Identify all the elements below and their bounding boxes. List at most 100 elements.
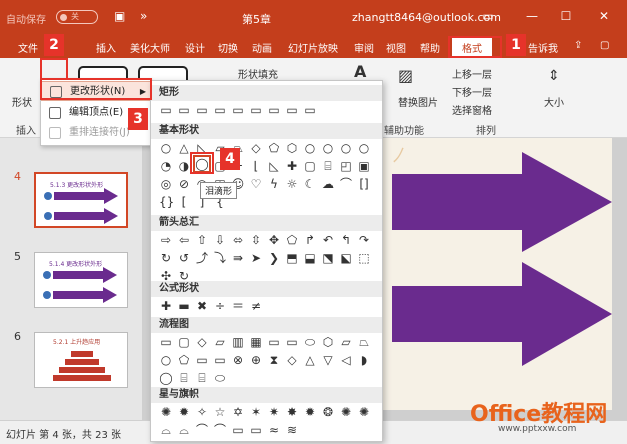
shape-bent-arrow[interactable]: ↱	[303, 233, 317, 247]
shape-decagon[interactable]: ○	[339, 141, 353, 155]
shape-delay[interactable]: ◗	[357, 353, 371, 367]
shape-octagon[interactable]: ○	[321, 141, 335, 155]
save-icon[interactable]: ▣	[114, 9, 125, 23]
shape-striped-arrow[interactable]: ⇛	[231, 251, 245, 265]
shape-wave[interactable]: ≈	[267, 423, 281, 437]
shape-callout-arrow[interactable]: ⬒	[285, 251, 299, 265]
shape-decision[interactable]: ◇	[195, 335, 209, 349]
shape-star-32[interactable]: ✺	[357, 405, 371, 419]
slide-thumb-5[interactable]: 5.1.4 更改形状外形	[34, 252, 128, 308]
slide-thumb-4[interactable]: 5.1.3 更改形状外形	[34, 172, 128, 228]
shape-cube[interactable]: ◰	[339, 159, 353, 173]
shape-rect[interactable]: ▭	[267, 103, 281, 117]
shape-curved-down[interactable]: ⤵	[213, 251, 227, 265]
shape-star-8[interactable]: ✷	[267, 405, 281, 419]
shape-ribbon[interactable]: ⌒	[195, 423, 209, 437]
shape-scroll[interactable]: ▭	[249, 423, 263, 437]
shape-heart[interactable]: ♡	[249, 177, 263, 191]
shape-multidoc[interactable]: ▭	[285, 335, 299, 349]
shape-triangle[interactable]: △	[177, 141, 191, 155]
shape-multiply[interactable]: ✖	[195, 299, 209, 313]
shape-explosion[interactable]: ✺	[159, 405, 173, 419]
shape-hexagon[interactable]: ⬡	[285, 141, 299, 155]
selection-pane-button[interactable]: 选择窗格	[452, 102, 492, 117]
slide-thumb-6[interactable]: 5.2.1 上升趋应用	[34, 332, 128, 388]
shape-right-arrow[interactable]: ⇨	[159, 233, 173, 247]
shape-quad-arrow[interactable]: ✥	[267, 233, 281, 247]
shape-arc[interactable]: ⌒	[339, 177, 353, 191]
shape-or[interactable]: ⊕	[249, 353, 263, 367]
shape-equal[interactable]: ＝	[231, 299, 245, 313]
shape-preparation[interactable]: ⬡	[321, 335, 335, 349]
tab-tell-me[interactable]: 告诉我	[528, 40, 558, 55]
shape-rect[interactable]: ▭	[249, 103, 263, 117]
shape-stored-data[interactable]: ◁	[339, 353, 353, 367]
shape-document[interactable]: ▭	[267, 335, 281, 349]
close-icon[interactable]: ✕	[594, 9, 614, 23]
replace-image-button[interactable]: 替换图片	[398, 94, 438, 109]
shape-plus[interactable]: ✚	[159, 299, 173, 313]
shape-star-6[interactable]: ✡	[231, 405, 245, 419]
shape-left-arrow[interactable]: ⇦	[177, 233, 191, 247]
shape-star-7[interactable]: ✶	[249, 405, 263, 419]
shape-curved-arrow[interactable]: ↷	[357, 233, 371, 247]
shape-terminator[interactable]: ⬭	[303, 335, 317, 349]
shape-down-arrow[interactable]: ⇩	[213, 233, 227, 247]
tab-help[interactable]: 帮助	[420, 40, 440, 55]
shape-rect[interactable]: ▭	[285, 103, 299, 117]
shape-pie[interactable]: ◔	[159, 159, 173, 173]
maximize-icon[interactable]: ☐	[556, 9, 576, 23]
shape-alt-process[interactable]: ▢	[177, 335, 191, 349]
shape-explosion[interactable]: ✹	[177, 405, 191, 419]
shape-heptagon[interactable]: ○	[303, 141, 317, 155]
shape-bracket-pair[interactable]: []	[357, 177, 371, 191]
shape-star-5[interactable]: ☆	[213, 405, 227, 419]
shape-divide[interactable]: ÷	[213, 299, 227, 313]
shape-star-4[interactable]: ✧	[195, 405, 209, 419]
shape-diamond[interactable]: ◇	[249, 141, 263, 155]
autosave-toggle[interactable]: 关	[56, 10, 98, 24]
shape-offpage[interactable]: ⬠	[177, 353, 191, 367]
shape-dodecagon[interactable]: ○	[357, 141, 371, 155]
shape-collate[interactable]: ⧗	[267, 353, 281, 367]
shape-rect[interactable]: ▭	[177, 103, 191, 117]
shape-left-bracket[interactable]: [	[177, 195, 191, 209]
shape-callout-arrow[interactable]: ⬔	[321, 251, 335, 265]
shape-star-16[interactable]: ❂	[321, 405, 335, 419]
share-icon[interactable]: ⇪	[574, 40, 582, 51]
shape-diagonal-stripe[interactable]: ◺	[267, 159, 281, 173]
shape-scroll[interactable]: ▭	[231, 423, 245, 437]
shape-star-10[interactable]: ✸	[285, 405, 299, 419]
shape-cloud[interactable]: ☁	[321, 177, 335, 191]
shape-pentagon-arrow[interactable]: ⬠	[285, 233, 299, 247]
shape-summing[interactable]: ⊗	[231, 353, 245, 367]
shape-callout-arrow[interactable]: ⬕	[339, 251, 353, 265]
shape-card[interactable]: ▭	[195, 353, 209, 367]
tab-insert[interactable]: 插入	[96, 40, 116, 55]
shape-no-symbol[interactable]: ⊘	[177, 177, 191, 191]
shape-double-wave[interactable]: ≋	[285, 423, 299, 437]
shape-oval[interactable]: ○	[159, 141, 173, 155]
shape-minus[interactable]: ▬	[177, 299, 191, 313]
bring-forward-button[interactable]: 上移一层	[452, 66, 492, 81]
shape-curved-up[interactable]: ⤴	[195, 251, 209, 265]
shape-rect[interactable]: ▭	[303, 103, 317, 117]
tab-file[interactable]: 文件	[18, 40, 38, 55]
shape-l-shape[interactable]: ⌊	[249, 159, 263, 173]
shape-left-right-arrow[interactable]: ⬄	[231, 233, 245, 247]
size-button[interactable]: 大小	[544, 94, 564, 109]
shape-rect[interactable]: ▭	[213, 103, 227, 117]
shape-up-down-arrow[interactable]: ⇳	[249, 233, 263, 247]
shape-manual-op[interactable]: ⏢	[357, 335, 371, 349]
shape-bent-up-arrow[interactable]: ↰	[339, 233, 353, 247]
ribbon-display-icon[interactable]: ▭	[478, 9, 498, 23]
shape-pentagon[interactable]: ⬠	[267, 141, 281, 155]
tab-view[interactable]: 视图	[386, 40, 406, 55]
shape-connector[interactable]: ○	[159, 353, 173, 367]
shape-callout-arrow[interactable]: ⬓	[303, 251, 317, 265]
shape-chord[interactable]: ◑	[177, 159, 191, 173]
shape-seq-access[interactable]: ◯	[159, 371, 173, 385]
tab-transitions[interactable]: 切换	[218, 40, 238, 55]
tab-animations[interactable]: 动画	[252, 40, 272, 55]
shape-tape[interactable]: ▭	[213, 353, 227, 367]
